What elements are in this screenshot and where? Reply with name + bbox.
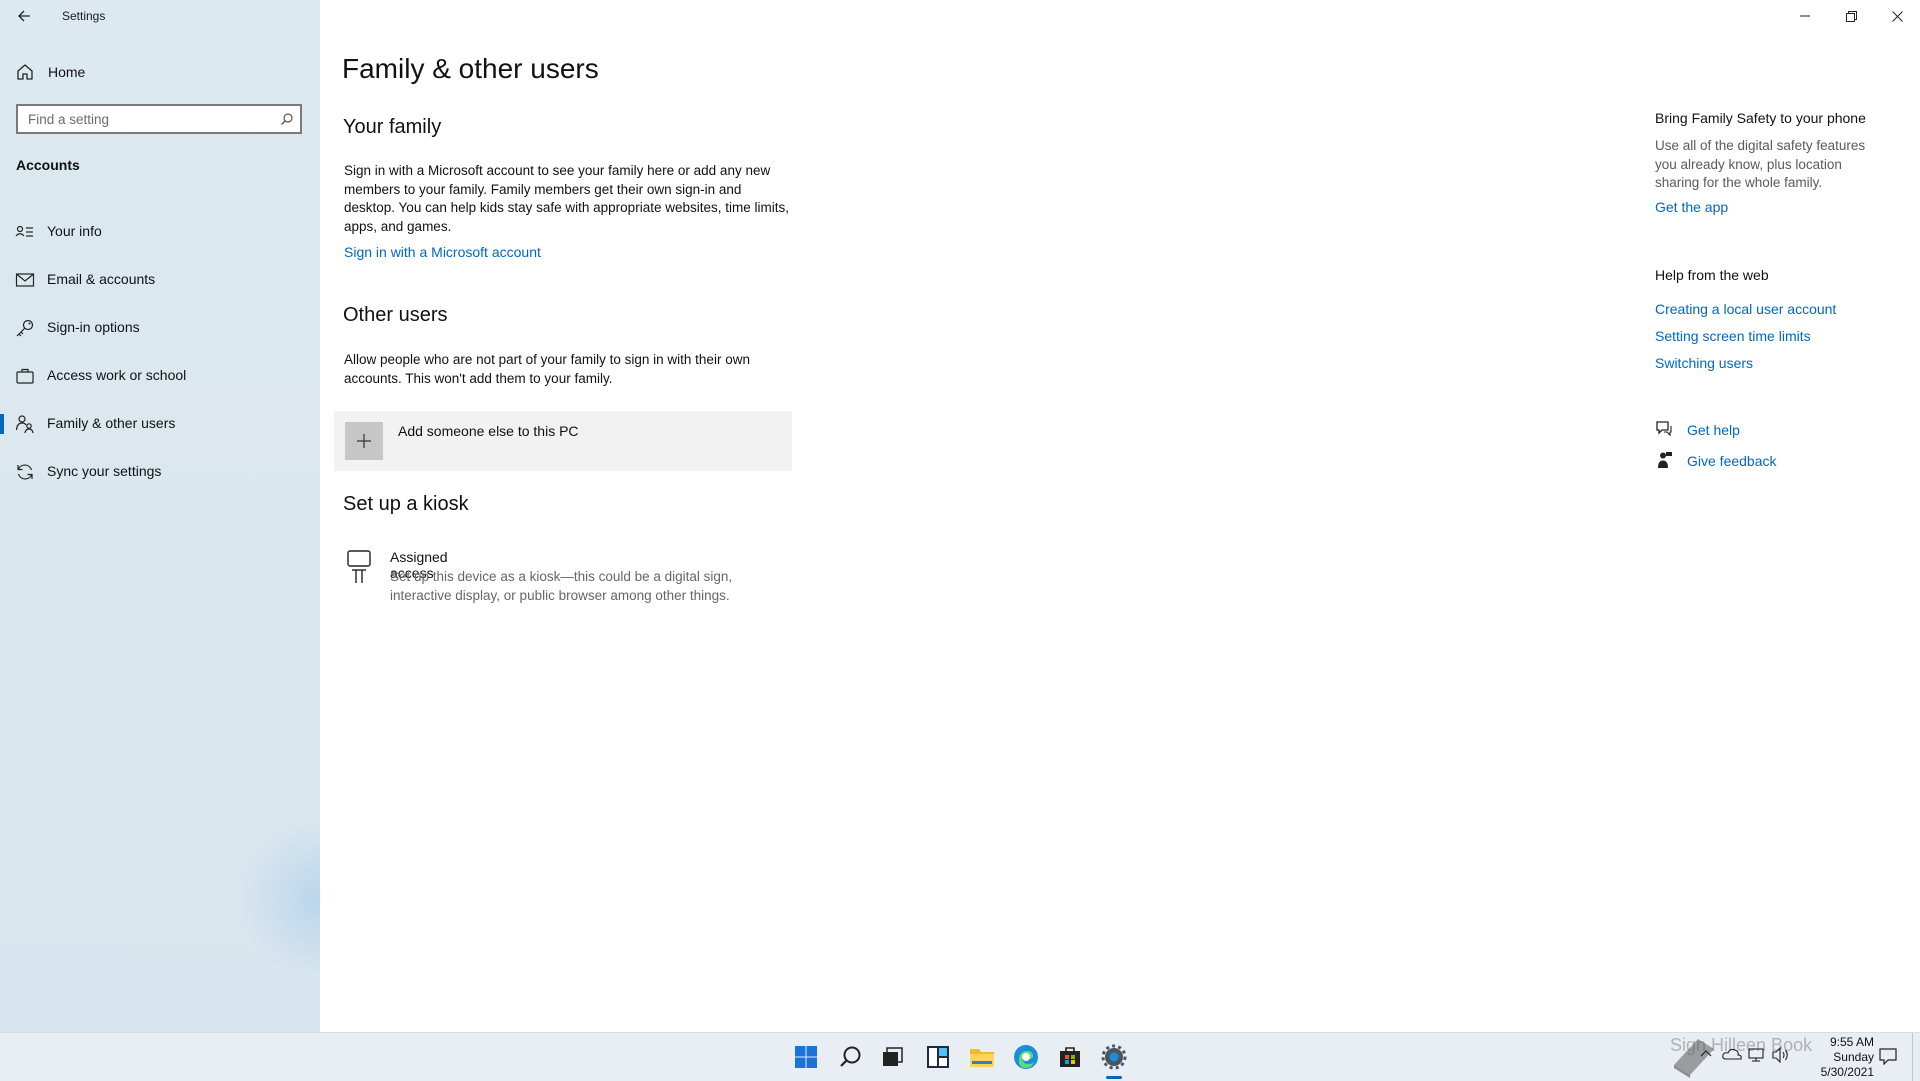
home-label: Home (48, 64, 86, 80)
search-box[interactable] (16, 104, 302, 134)
title-bar: Settings (0, 0, 1920, 32)
settings-icon (1101, 1044, 1127, 1070)
home-nav-item[interactable]: Home (16, 60, 85, 84)
clock-day: Sunday (1833, 1050, 1874, 1064)
sidebar-item-label: Access work or school (47, 367, 187, 383)
family-safety-description: Use all of the digital safety features y… (1655, 138, 1866, 190)
home-icon (17, 64, 33, 80)
task-view-icon (883, 1047, 903, 1066)
give-feedback-link[interactable]: Give feedback (1687, 453, 1777, 469)
sidebar-item-sign-in-options[interactable]: Sign-in options (0, 304, 320, 352)
file-explorer-icon (970, 1049, 994, 1067)
store-button[interactable] (1050, 1041, 1090, 1073)
help-link-local-account[interactable]: Creating a local user account (1655, 301, 1836, 317)
onedrive-icon[interactable] (1722, 1047, 1742, 1061)
clock[interactable]: 9:55 AM Sunday 5/30/2021 (1790, 1035, 1874, 1080)
briefcase-icon (16, 368, 34, 384)
close-icon (1891, 10, 1903, 22)
store-icon (1060, 1047, 1080, 1067)
task-view-button[interactable] (872, 1041, 912, 1073)
kiosk-icon (347, 550, 371, 583)
start-icon (795, 1046, 817, 1068)
app-title: Settings (62, 9, 106, 23)
clock-time: 9:55 AM (1829, 1035, 1874, 1049)
your-family-heading: Your family (343, 116, 442, 138)
taskbar: Sign Hilleen Book 9:55 AM Sunday 5/30/20… (0, 1032, 1920, 1081)
file-explorer-button[interactable] (962, 1041, 1002, 1073)
help-link-screen-time[interactable]: Setting screen time limits (1655, 328, 1811, 344)
show-desktop-button[interactable] (1912, 1033, 1913, 1081)
add-someone-label: Add someone else to this PC (398, 423, 579, 439)
clock-date: 5/30/2021 (1820, 1065, 1874, 1079)
help-link-switching-users[interactable]: Switching users (1655, 355, 1753, 371)
restore-icon (1845, 10, 1857, 22)
start-button[interactable] (786, 1041, 826, 1073)
sidebar-item-sync-settings[interactable]: Sync your settings (0, 448, 320, 496)
sidebar-item-label: Family & other users (47, 415, 176, 431)
contact-card-icon (15, 225, 33, 237)
restore-button[interactable] (1828, 0, 1874, 32)
family-safety-heading: Bring Family Safety to your phone (1655, 110, 1866, 126)
search-icon (840, 1046, 861, 1067)
other-users-heading: Other users (343, 304, 448, 326)
notification-icon[interactable] (1878, 1047, 1898, 1065)
widgets-icon (927, 1046, 949, 1068)
sidebar-item-label: Your info (47, 223, 102, 239)
sidebar-item-access-work-school[interactable]: Access work or school (0, 352, 320, 400)
search-input[interactable] (18, 106, 268, 132)
help-from-web-heading: Help from the web (1655, 267, 1769, 283)
key-icon (16, 319, 34, 337)
family-icon (15, 415, 34, 434)
search-icon[interactable] (280, 112, 294, 126)
get-help-icon (1656, 421, 1672, 437)
kiosk-heading: Set up a kiosk (343, 493, 469, 515)
mail-icon (15, 273, 35, 287)
sidebar-item-label: Email & accounts (47, 271, 156, 287)
sidebar-glow (240, 820, 320, 980)
network-icon[interactable] (1748, 1047, 1766, 1063)
edge-button[interactable] (1006, 1041, 1046, 1073)
back-button[interactable] (10, 4, 38, 28)
section-label-accounts: Accounts (16, 157, 80, 173)
chevron-up-icon[interactable] (1700, 1047, 1712, 1059)
get-the-app-link[interactable]: Get the app (1655, 199, 1728, 215)
add-someone-button[interactable]: Add someone else to this PC (334, 411, 792, 471)
active-app-indicator (1106, 1076, 1122, 1079)
minimize-button[interactable] (1782, 0, 1828, 32)
assigned-access-description: Set up this device as a kiosk—this could… (390, 569, 733, 603)
settings-taskbar-button[interactable] (1094, 1041, 1134, 1073)
close-button[interactable] (1874, 0, 1920, 32)
widgets-button[interactable] (918, 1041, 958, 1073)
add-icon-box (345, 422, 383, 460)
sidebar-item-label: Sign-in options (47, 319, 140, 335)
taskbar-search-button[interactable] (830, 1041, 870, 1073)
feedback-icon (1658, 452, 1672, 468)
sidebar-item-your-info[interactable]: Your info (0, 208, 320, 256)
sidebar: Home Accounts Your info Email & accounts… (0, 0, 320, 1032)
volume-icon[interactable] (1772, 1047, 1790, 1063)
sidebar-item-email-accounts[interactable]: Email & accounts (0, 256, 320, 304)
page-title: Family & other users (342, 53, 599, 84)
book-watermark-icon (1674, 1039, 1714, 1078)
sidebar-item-family-other-users[interactable]: Family & other users (0, 400, 320, 448)
back-arrow-icon (18, 10, 30, 22)
edge-icon (1014, 1045, 1038, 1069)
sync-icon (17, 464, 33, 480)
plus-icon (357, 434, 371, 448)
sidebar-item-label: Sync your settings (47, 463, 162, 479)
other-users-description: Allow people who are not part of your fa… (344, 352, 750, 386)
sidebar-nav: Your info Email & accounts Sign-in optio… (0, 208, 320, 496)
your-family-description: Sign in with a Microsoft account to see … (344, 163, 789, 234)
minimize-icon (1800, 15, 1810, 17)
get-help-link[interactable]: Get help (1687, 422, 1740, 438)
sign-in-microsoft-link[interactable]: Sign in with a Microsoft account (344, 244, 541, 260)
